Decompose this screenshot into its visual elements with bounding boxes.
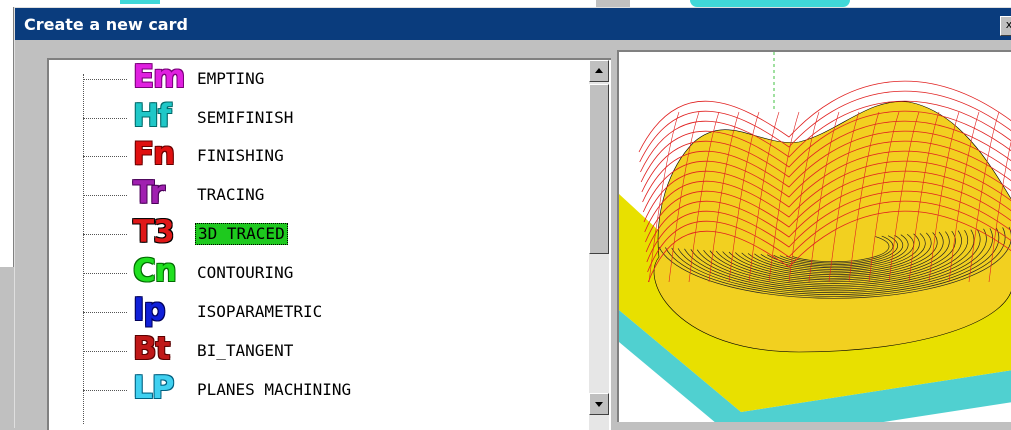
title-bar[interactable]: Create a new card x xyxy=(15,8,1011,40)
tree-item-label: SEMIFINISH xyxy=(197,108,294,127)
scroll-down-button[interactable] xyxy=(589,393,609,415)
tree-scrollbar[interactable] xyxy=(589,60,609,430)
bt-icon: Bt xyxy=(133,331,170,367)
tree-item-contouring[interactable]: Cn CONTOURING xyxy=(83,253,583,292)
background-icon-fragment xyxy=(120,0,160,4)
tree-item-finishing[interactable]: Fn FINISHING xyxy=(83,136,583,175)
t3-icon: T3 xyxy=(133,214,175,250)
scroll-up-button[interactable] xyxy=(589,60,609,82)
tree-item-semifinish[interactable]: Hf SEMIFINISH xyxy=(83,98,583,137)
tree-item-tracing[interactable]: Tr TRACING xyxy=(83,175,583,214)
tree-branch-line xyxy=(83,195,127,196)
hf-icon: Hf xyxy=(133,98,171,134)
tree-item-planes-machining[interactable]: LP PLANES MACHINING xyxy=(83,370,583,409)
scrollbar-thumb[interactable] xyxy=(589,84,609,254)
tree-branch-line xyxy=(83,118,127,119)
background-left-panel xyxy=(0,7,14,267)
surface-body xyxy=(653,101,1011,353)
tree-item-label-selected: 3D TRACED xyxy=(195,223,288,245)
background-preview-shape xyxy=(690,0,850,7)
tree-item-3d-traced[interactable]: T3 3D TRACED xyxy=(83,214,583,253)
tree-branch-line xyxy=(83,273,127,274)
card-type-tree[interactable]: Em EMPTING Hf SEMIFINISH Fn FINISHING Tr… xyxy=(47,58,611,430)
tree-item-label: FINISHING xyxy=(197,146,284,165)
tree-branch-line xyxy=(83,390,127,391)
tree-branch-line xyxy=(83,351,127,352)
tree-item-bi-tangent[interactable]: Bt BI_TANGENT xyxy=(83,331,583,370)
tree-item-label: EMPTING xyxy=(197,69,265,88)
tr-icon: Tr xyxy=(133,175,165,211)
tree-branch-line xyxy=(83,312,127,313)
toolpath-preview xyxy=(617,50,1011,422)
tree-item-label: ISOPARAMETRIC xyxy=(197,302,323,321)
arrow-down-icon xyxy=(595,402,603,407)
tree-item-label: BI_TANGENT xyxy=(197,341,294,360)
cn-icon: Cn xyxy=(133,253,177,289)
tree-item-isoparametric[interactable]: Ip ISOPARAMETRIC xyxy=(83,292,583,331)
tree-branch-line xyxy=(83,156,127,157)
tree-item-label: PLANES MACHINING xyxy=(197,380,352,399)
tree-list: Em EMPTING Hf SEMIFINISH Fn FINISHING Tr… xyxy=(49,59,589,430)
em-icon: Em xyxy=(133,59,185,95)
lp-icon: LP xyxy=(133,370,174,406)
background-scrollbar xyxy=(596,0,626,7)
ip-icon: Ip xyxy=(133,292,166,328)
toolpath-preview-image xyxy=(619,52,1011,422)
tree-branch-line xyxy=(83,79,127,80)
tree-item-empting[interactable]: Em EMPTING xyxy=(83,59,583,98)
background-panel xyxy=(0,0,596,7)
tree-branch-line xyxy=(83,234,127,235)
tree-item-label: TRACING xyxy=(197,185,265,204)
close-button[interactable]: x xyxy=(1000,16,1011,36)
fn-icon: Fn xyxy=(133,136,175,172)
arrow-up-icon xyxy=(595,68,603,73)
dialog-title: Create a new card xyxy=(24,15,188,34)
tree-item-label: CONTOURING xyxy=(197,263,294,282)
